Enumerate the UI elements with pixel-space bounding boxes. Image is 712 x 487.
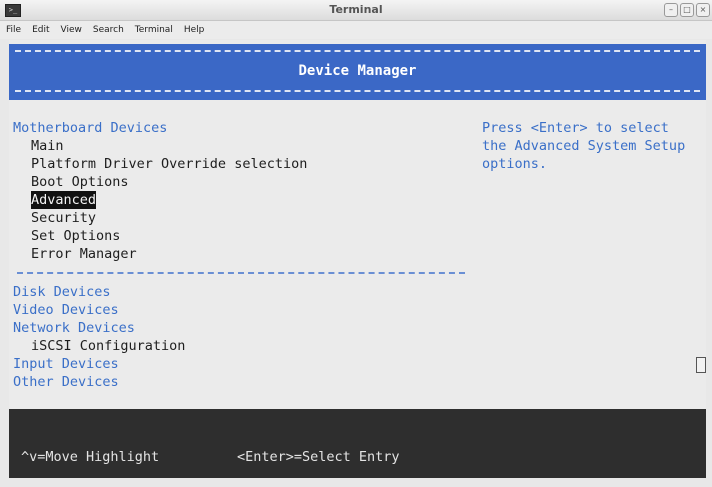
menu-entry-error-manager[interactable]: Error Manager (31, 245, 137, 263)
menubar: File Edit View Search Terminal Help (0, 21, 712, 39)
help-text: Press <Enter> to select the Advanced Sys… (482, 120, 686, 172)
section-network-devices[interactable]: Network Devices (13, 319, 135, 337)
section-motherboard-devices: Motherboard Devices (13, 120, 168, 136)
maximize-button[interactable]: □ (680, 3, 694, 17)
menu-entry-advanced[interactable]: Advanced (31, 191, 97, 209)
header-border-top (15, 50, 700, 52)
menu-help[interactable]: Help (184, 25, 205, 35)
hint-select-entry: <Enter>=Select Entry (237, 449, 400, 465)
hint-move-highlight: ^v=Move Highlight (21, 449, 160, 465)
section-disk-devices[interactable]: Disk Devices (13, 283, 111, 301)
close-button[interactable]: × (696, 3, 710, 17)
window-titlebar[interactable]: >_ Terminal – □ × (0, 0, 712, 21)
menu-view[interactable]: View (61, 25, 82, 35)
menu-edit[interactable]: Edit (32, 25, 49, 35)
window-controls: – □ × (664, 3, 710, 17)
terminal-screen[interactable]: Device Manager Motherboard Devices Main … (9, 40, 706, 478)
header-border-bottom (15, 90, 700, 92)
device-manager-header: Device Manager (9, 44, 706, 100)
menu-entry-set-options[interactable]: Set Options (31, 227, 120, 245)
section-video-devices[interactable]: Video Devices (13, 301, 119, 319)
section-divider (17, 272, 465, 274)
menu-search[interactable]: Search (93, 25, 124, 35)
menu-file[interactable]: File (6, 25, 21, 35)
menu-entry-security[interactable]: Security (31, 209, 96, 227)
menu-entry-main[interactable]: Main (31, 137, 64, 155)
menu-entry-platform-driver-override[interactable]: Platform Driver Override selection (31, 155, 307, 173)
section-other-devices[interactable]: Other Devices (13, 373, 119, 391)
menu-terminal[interactable]: Terminal (135, 25, 173, 35)
menu-entry-boot-options[interactable]: Boot Options (31, 173, 129, 191)
minimize-button[interactable]: – (664, 3, 678, 17)
menu-entry-iscsi-configuration[interactable]: iSCSI Configuration (31, 337, 185, 355)
window-title: Terminal (329, 3, 383, 16)
key-hint-footer: ^v=Move Highlight <Enter>=Select Entry (9, 409, 706, 478)
page-title: Device Manager (298, 63, 417, 79)
section-input-devices[interactable]: Input Devices (13, 355, 119, 373)
scroll-indicator[interactable] (696, 357, 706, 373)
